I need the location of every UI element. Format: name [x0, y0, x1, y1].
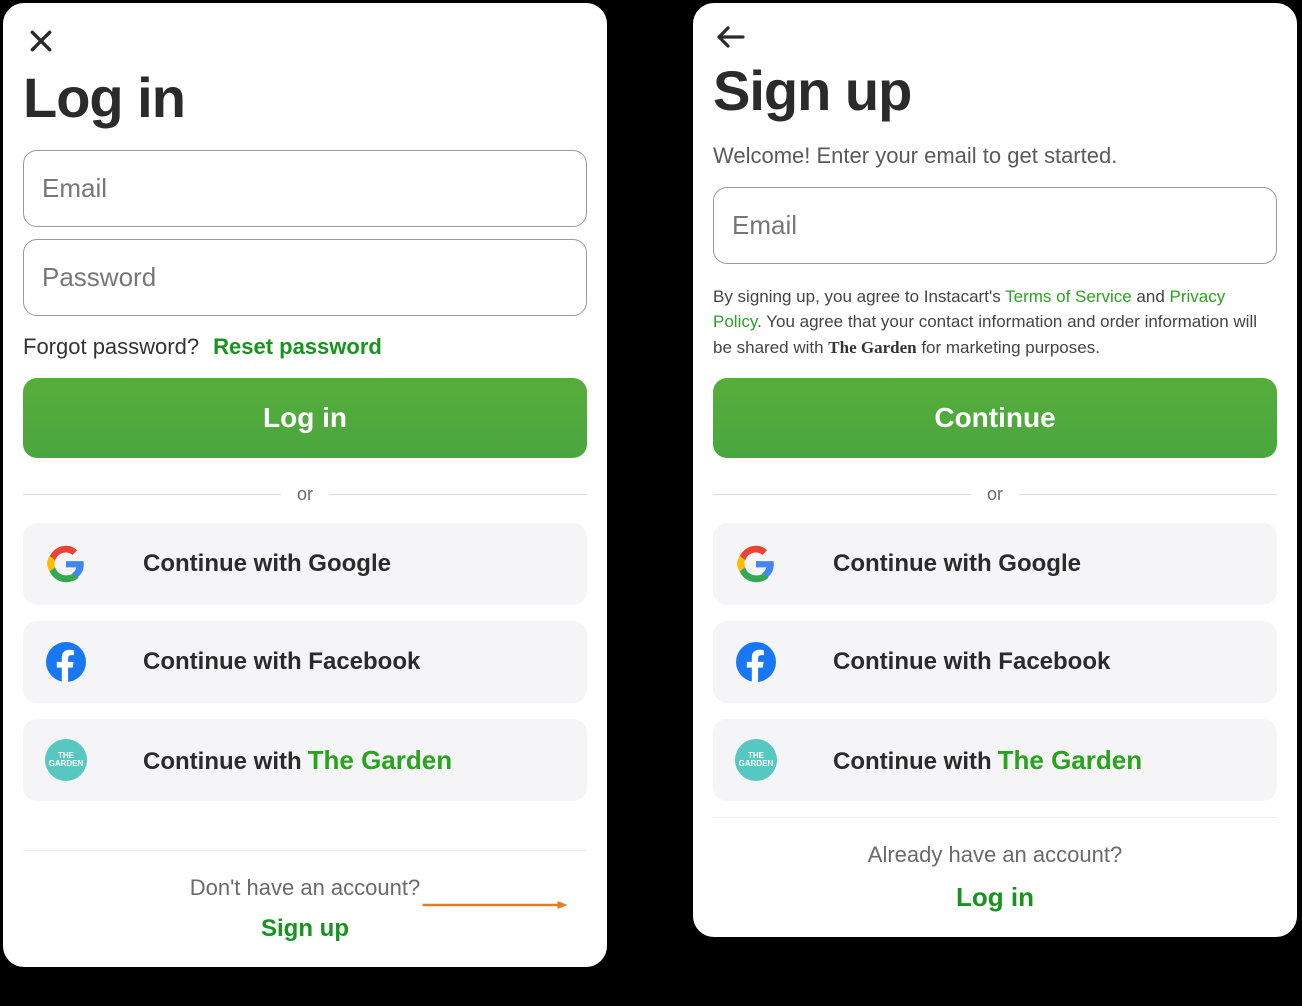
- continue-facebook-label: Continue with Facebook: [833, 648, 1110, 676]
- continue-facebook-label: Continue with Facebook: [143, 648, 420, 676]
- close-icon: [28, 28, 54, 54]
- partner-brand-label: The Garden: [308, 745, 452, 776]
- signup-legal-text: By signing up, you agree to Instacart's …: [713, 284, 1277, 361]
- google-logo-icon: [45, 543, 87, 585]
- signup-email-input[interactable]: [713, 187, 1277, 264]
- facebook-logo-icon: [45, 641, 87, 683]
- signup-title: Sign up: [713, 58, 1277, 123]
- login-link[interactable]: Log in: [956, 882, 1034, 912]
- login-email-input[interactable]: [23, 150, 587, 227]
- continue-facebook-button[interactable]: Continue with Facebook: [23, 621, 587, 703]
- garden-logo-icon: THEGARDEN: [735, 739, 777, 781]
- or-divider: or: [23, 484, 587, 505]
- partner-brand-label: The Garden: [998, 745, 1142, 776]
- tos-link[interactable]: Terms of Service: [1005, 287, 1132, 306]
- signup-panel: Sign up Welcome! Enter your email to get…: [690, 0, 1300, 940]
- login-footer: Don't have an account? Sign up: [23, 850, 587, 943]
- back-button[interactable]: [713, 23, 749, 52]
- or-divider: or: [713, 484, 1277, 505]
- continue-partner-prefix: Continue with: [833, 748, 992, 776]
- continue-google-button[interactable]: Continue with Google: [713, 523, 1277, 605]
- continue-partner-prefix: Continue with: [143, 748, 302, 776]
- signup-continue-button[interactable]: Continue: [713, 378, 1277, 458]
- garden-logo-icon: THEGARDEN: [45, 739, 87, 781]
- continue-google-label: Continue with Google: [143, 550, 391, 578]
- back-arrow-icon: [716, 25, 746, 49]
- forgot-password-label: Forgot password?: [23, 334, 199, 360]
- partner-inline: The Garden: [828, 338, 916, 357]
- continue-partner-button[interactable]: THEGARDEN Continue with The Garden: [23, 719, 587, 801]
- login-title: Log in: [23, 65, 587, 130]
- close-button[interactable]: [23, 23, 59, 59]
- reset-password-link[interactable]: Reset password: [213, 334, 382, 360]
- facebook-logo-icon: [735, 641, 777, 683]
- login-password-input[interactable]: [23, 239, 587, 316]
- or-label: or: [297, 484, 313, 505]
- login-panel: Log in Forgot password? Reset password L…: [0, 0, 610, 970]
- signup-link[interactable]: Sign up: [261, 915, 349, 942]
- signup-footer-question: Already have an account?: [713, 842, 1277, 868]
- signup-footer: Already have an account? Log in: [713, 817, 1277, 913]
- login-submit-button[interactable]: Log in: [23, 378, 587, 458]
- forgot-password-row: Forgot password? Reset password: [23, 334, 587, 360]
- login-footer-question: Don't have an account?: [23, 875, 587, 901]
- continue-partner-button[interactable]: THEGARDEN Continue with The Garden: [713, 719, 1277, 801]
- or-label: or: [987, 484, 1003, 505]
- continue-google-button[interactable]: Continue with Google: [23, 523, 587, 605]
- continue-facebook-button[interactable]: Continue with Facebook: [713, 621, 1277, 703]
- signup-subtitle: Welcome! Enter your email to get started…: [713, 143, 1277, 169]
- google-logo-icon: [735, 543, 777, 585]
- continue-google-label: Continue with Google: [833, 550, 1081, 578]
